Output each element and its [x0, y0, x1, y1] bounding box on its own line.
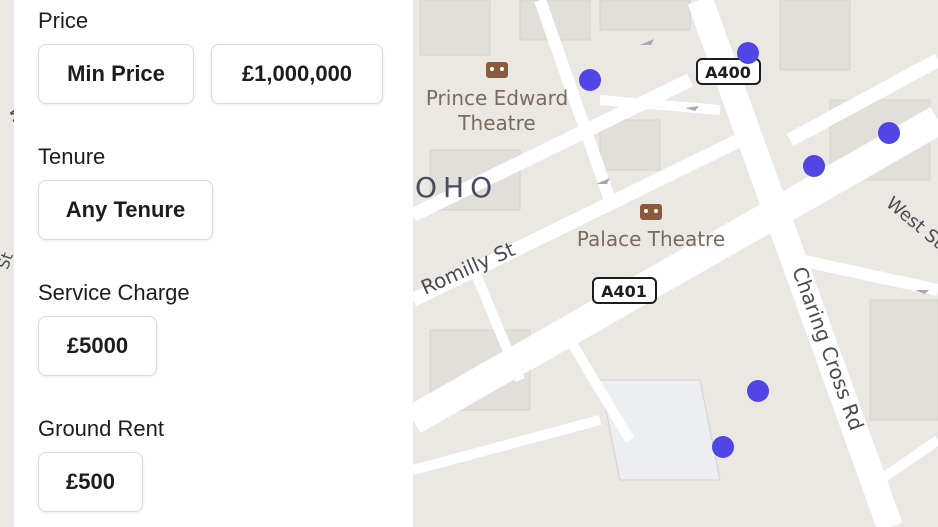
- listing-marker[interactable]: [579, 69, 601, 91]
- area-label: OHO: [415, 171, 498, 204]
- prince-edward-label-line2: Theatre: [457, 111, 535, 135]
- max-price-button[interactable]: £1,000,000: [211, 44, 383, 104]
- filter-panel: Price Min Price £1,000,000 Tenure Any Te…: [14, 0, 413, 527]
- price-label: Price: [38, 8, 89, 33]
- service-charge-button[interactable]: £5000: [38, 316, 157, 376]
- tenure-button[interactable]: Any Tenure: [38, 180, 213, 240]
- tenure-label: Tenure: [38, 144, 106, 169]
- theatre-icon: [486, 62, 508, 78]
- svg-text:A400: A400: [705, 63, 751, 82]
- ground-rent-label: Ground Rent: [38, 416, 164, 441]
- svg-text:A401: A401: [601, 282, 647, 301]
- listing-marker[interactable]: [878, 122, 900, 144]
- palace-theatre-label: Palace Theatre: [577, 227, 725, 251]
- a401-shield: A401: [592, 277, 657, 304]
- theatre-icon: [640, 204, 662, 220]
- prince-edward-label-line1: Prince Edward: [426, 86, 568, 110]
- ground-rent-button[interactable]: £500: [38, 452, 143, 512]
- min-price-button[interactable]: Min Price: [38, 44, 194, 104]
- service-charge-label: Service Charge: [38, 280, 190, 305]
- listing-marker[interactable]: [712, 436, 734, 458]
- listing-marker[interactable]: [747, 380, 769, 402]
- listing-marker[interactable]: [737, 42, 759, 64]
- listing-marker[interactable]: [803, 155, 825, 177]
